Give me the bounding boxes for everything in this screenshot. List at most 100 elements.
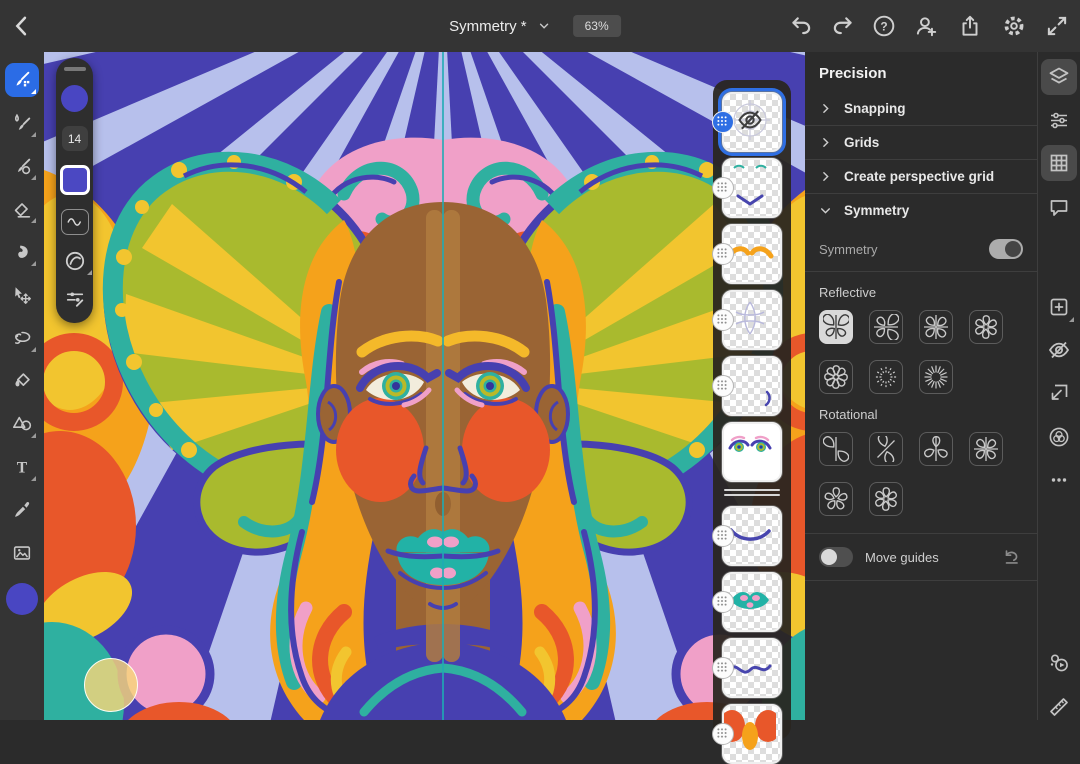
tool-lasso-select[interactable] xyxy=(5,321,39,355)
more-options-button[interactable] xyxy=(1041,462,1077,498)
layer-thumbnail-7[interactable] xyxy=(722,506,782,566)
back-icon[interactable] xyxy=(8,12,36,40)
section-snapping[interactable]: Snapping xyxy=(819,92,1023,125)
shapes-icon xyxy=(11,413,33,435)
chevron-down-icon xyxy=(819,204,832,217)
plus-square-icon xyxy=(1047,295,1071,319)
tool-pixel-brush[interactable] xyxy=(5,63,39,97)
top-bar: Symmetry * 63% ? xyxy=(0,0,1080,52)
panel-switcher-bar xyxy=(1037,52,1080,720)
layer-thumbnail-6[interactable] xyxy=(722,422,782,482)
layer-thumbnail-3[interactable] xyxy=(722,224,782,284)
reflective-mirror-vertical-button[interactable] xyxy=(819,310,853,344)
brush-engine-button[interactable] xyxy=(63,249,87,273)
tool-place-image[interactable] xyxy=(5,536,39,570)
layer-thumbnail-10[interactable] xyxy=(722,704,782,764)
tool-eraser[interactable] xyxy=(5,192,39,226)
rotational-3-button[interactable] xyxy=(919,432,953,466)
layer-badge[interactable] xyxy=(712,243,734,265)
ellipsis-icon xyxy=(1047,468,1071,492)
smoothing-button[interactable] xyxy=(61,209,89,235)
layer-badge[interactable] xyxy=(712,375,734,397)
undo-icon[interactable] xyxy=(788,13,814,39)
layer-badge[interactable] xyxy=(712,591,734,613)
move-icon xyxy=(11,284,33,306)
layer-thumbnail-4[interactable] xyxy=(722,290,782,350)
tool-fill[interactable] xyxy=(5,364,39,398)
reflective-mirror-6-button[interactable] xyxy=(969,310,1003,344)
reflective-mirror-8-button[interactable] xyxy=(819,360,853,394)
section-grids[interactable]: Grids xyxy=(819,126,1023,159)
reset-guides-icon[interactable] xyxy=(1001,546,1023,568)
layer-badge[interactable] xyxy=(712,111,734,133)
layer-thumbnail-9[interactable] xyxy=(722,638,782,698)
settings-gear-icon[interactable] xyxy=(1001,13,1027,39)
tool-eyedropper[interactable] xyxy=(5,493,39,527)
layer-visibility-button[interactable] xyxy=(1041,332,1077,368)
rotational-5-button[interactable] xyxy=(819,482,853,516)
move-guides-label: Move guides xyxy=(865,550,939,565)
layer-thumbnail-1-selected[interactable] xyxy=(722,92,782,152)
add-collaborator-icon[interactable] xyxy=(913,13,939,39)
help-icon[interactable]: ? xyxy=(871,13,897,39)
layers-panel-button[interactable] xyxy=(1041,59,1077,95)
precision-panel-button[interactable] xyxy=(1041,145,1077,181)
brush-engine-icon xyxy=(63,249,87,273)
adjustments-panel-button[interactable] xyxy=(1041,102,1077,138)
layer-thumbnail-8[interactable] xyxy=(722,572,782,632)
section-perspective-grid[interactable]: Create perspective grid xyxy=(819,160,1023,193)
brush-options-panel[interactable]: 14 xyxy=(56,58,93,323)
comments-panel-button[interactable] xyxy=(1041,189,1077,225)
motion-button[interactable] xyxy=(1041,645,1077,681)
reflective-mirror-horizontal-button[interactable] xyxy=(869,310,903,344)
chevron-right-icon xyxy=(819,136,832,149)
rotational-6-button[interactable] xyxy=(869,482,903,516)
tool-smudge[interactable] xyxy=(5,235,39,269)
touch-shortcut-button[interactable] xyxy=(84,658,138,712)
brush-size-field[interactable]: 14 xyxy=(62,126,88,151)
fill-bucket-icon xyxy=(11,370,33,392)
send-back-icon xyxy=(1047,381,1071,405)
zoom-level-badge[interactable]: 63% xyxy=(573,15,621,37)
document-title-menu[interactable]: Symmetry * 63% xyxy=(449,0,621,52)
layer-badge[interactable] xyxy=(712,525,734,547)
chevron-right-icon xyxy=(819,170,832,183)
canvas[interactable] xyxy=(44,52,805,720)
rotational-2-diagonal-button[interactable] xyxy=(869,432,903,466)
tool-shapes[interactable] xyxy=(5,407,39,441)
reflective-mirror-12-button[interactable] xyxy=(869,360,903,394)
tool-mixer-brush[interactable] xyxy=(5,149,39,183)
layer-badge[interactable] xyxy=(712,723,734,745)
grid-icon xyxy=(1047,151,1071,175)
brush-color-swatch[interactable] xyxy=(60,165,90,195)
symmetry-toggle[interactable] xyxy=(989,239,1023,259)
layer-badge[interactable] xyxy=(712,309,734,331)
layer-thumbnail-5[interactable] xyxy=(722,356,782,416)
blend-icon xyxy=(1047,425,1071,449)
move-guides-row: Move guides xyxy=(819,534,1023,580)
layer-blend-button[interactable] xyxy=(1041,419,1077,455)
rotational-4-button[interactable] xyxy=(969,432,1003,466)
move-guides-toggle[interactable] xyxy=(819,547,853,567)
brush-preview-dot[interactable] xyxy=(61,85,88,112)
brush-settings-icon xyxy=(64,287,86,309)
share-icon[interactable] xyxy=(957,13,983,39)
text-tool-icon: T xyxy=(11,456,33,478)
drag-handle[interactable] xyxy=(64,67,86,71)
redo-icon[interactable] xyxy=(830,13,856,39)
section-symmetry[interactable]: Symmetry xyxy=(819,194,1023,227)
tool-live-brush[interactable] xyxy=(5,106,39,140)
reflective-mirror-4-button[interactable] xyxy=(919,310,953,344)
add-layer-button[interactable] xyxy=(1041,289,1077,325)
layer-transform-button[interactable] xyxy=(1041,375,1077,411)
layer-badge[interactable] xyxy=(712,657,734,679)
fullscreen-icon[interactable] xyxy=(1044,13,1070,39)
brush-settings-button[interactable] xyxy=(64,287,86,309)
reflective-mirror-16-button[interactable] xyxy=(919,360,953,394)
layer-thumbnail-2[interactable] xyxy=(722,158,782,218)
layer-badge[interactable] xyxy=(712,177,734,199)
rotational-2-button[interactable] xyxy=(819,432,853,466)
current-color-swatch[interactable] xyxy=(6,583,38,615)
tool-text[interactable]: T xyxy=(5,450,39,484)
tool-move[interactable] xyxy=(5,278,39,312)
